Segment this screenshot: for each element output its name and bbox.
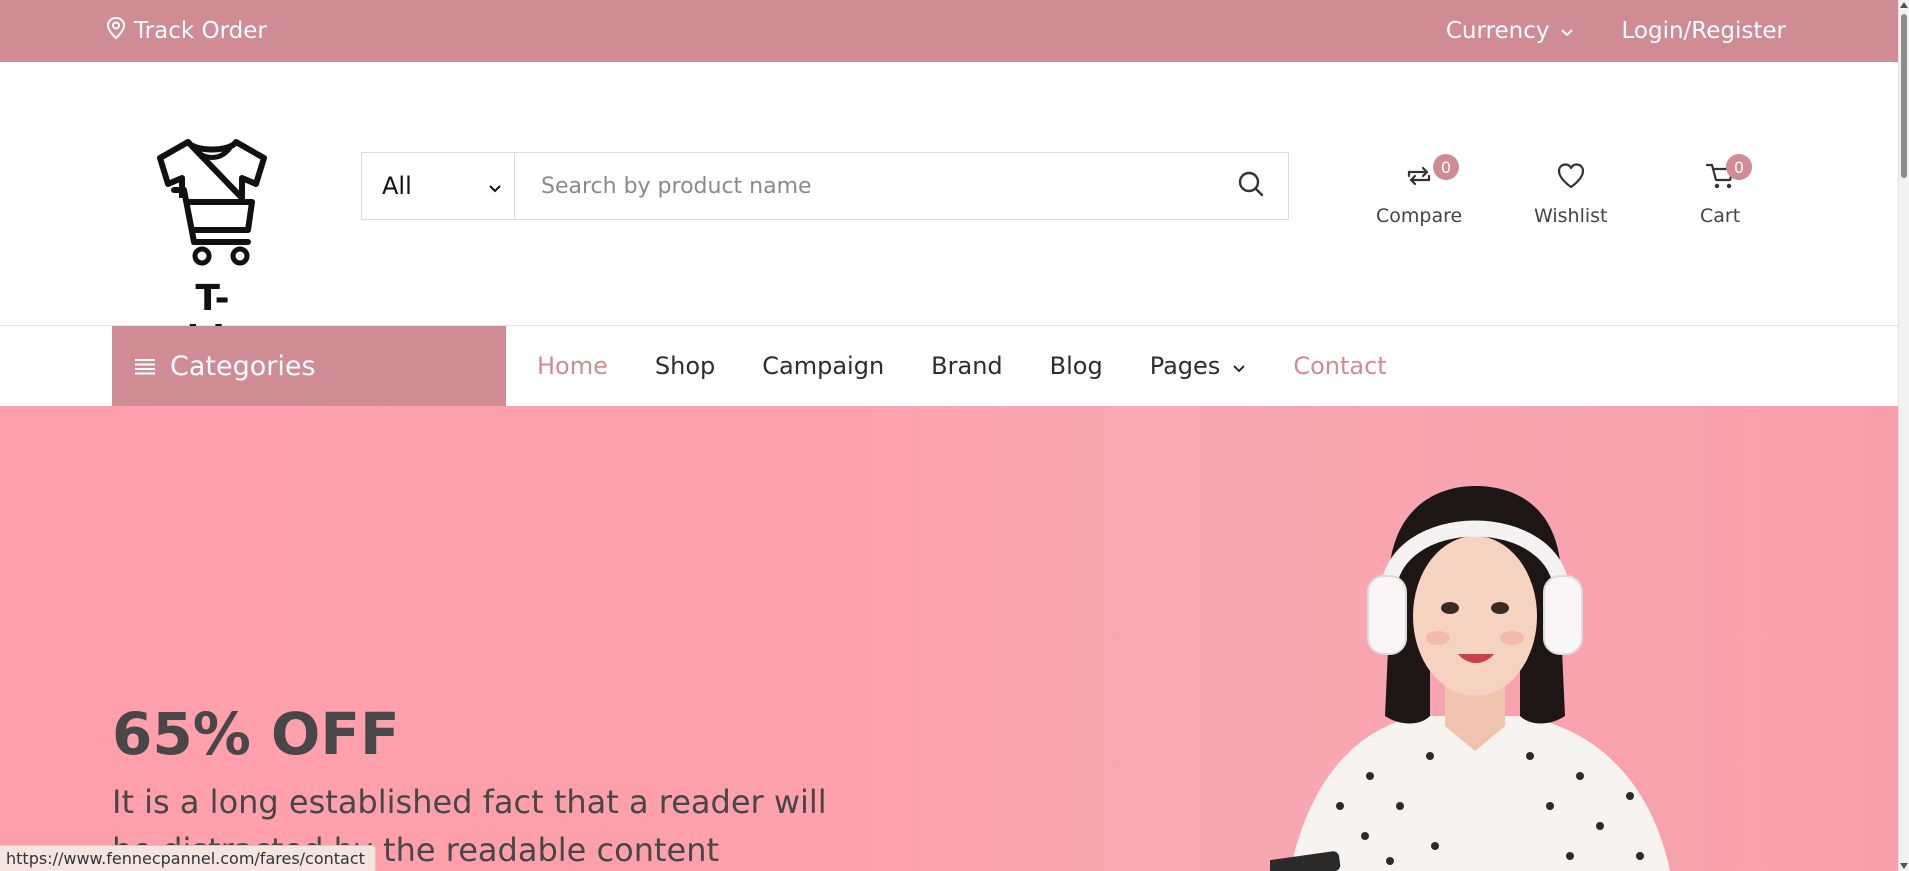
- categories-button[interactable]: Categories: [112, 326, 506, 406]
- site-logo[interactable]: T-shirt: [150, 122, 275, 360]
- nav-item-home[interactable]: Home: [537, 352, 608, 380]
- page-scrollbar[interactable]: [1898, 0, 1909, 871]
- track-order-label: Track Order: [134, 18, 267, 44]
- hero-discount-heading: 65% OFF: [112, 700, 400, 768]
- nav-item-shop[interactable]: Shop: [655, 352, 715, 380]
- hamburger-menu-icon: [134, 351, 156, 382]
- search-icon: [1237, 170, 1265, 202]
- nav-item-pages-label: Pages: [1149, 352, 1221, 380]
- search-input[interactable]: [515, 153, 1214, 219]
- search-bar: All: [361, 152, 1289, 220]
- categories-label: Categories: [170, 350, 316, 382]
- currency-label: Currency: [1445, 18, 1550, 44]
- compare-label: Compare: [1376, 205, 1463, 227]
- compare-arrows-icon: [1403, 160, 1435, 197]
- search-category-value: All: [382, 172, 412, 200]
- chevron-down-icon: [488, 172, 502, 200]
- scroll-up-arrow-icon[interactable]: [1900, 2, 1908, 8]
- search-button[interactable]: [1214, 153, 1288, 219]
- search-category-select[interactable]: All: [362, 153, 515, 219]
- status-url: https://www.fennecpannel.com/fares/conta…: [6, 849, 365, 868]
- cart-button[interactable]: Cart 0: [1700, 154, 1752, 227]
- compare-count-badge: 0: [1433, 154, 1459, 180]
- main-navigation: Categories Home Shop Campaign Brand Blog…: [0, 326, 1898, 406]
- scrollbar-thumb[interactable]: [1901, 14, 1907, 178]
- cart-label: Cart: [1700, 205, 1741, 227]
- nav-item-contact[interactable]: Contact: [1293, 352, 1386, 380]
- compare-button[interactable]: Compare 0: [1376, 154, 1463, 227]
- currency-dropdown[interactable]: Currency: [1446, 18, 1574, 44]
- nav-item-pages[interactable]: Pages: [1150, 352, 1247, 380]
- cart-count-badge: 0: [1726, 154, 1752, 180]
- wishlist-button[interactable]: Wishlist: [1534, 160, 1608, 227]
- chevron-down-icon: [1560, 18, 1574, 44]
- top-bar: Track Order Currency Login/Register: [0, 0, 1898, 62]
- hero-model-image: [1270, 486, 1670, 871]
- browser-status-bar: https://www.fennecpannel.com/fares/conta…: [0, 845, 376, 871]
- nav-item-blog[interactable]: Blog: [1050, 352, 1103, 380]
- wishlist-label: Wishlist: [1534, 205, 1608, 227]
- nav-item-campaign[interactable]: Campaign: [762, 352, 884, 380]
- heart-icon: [1555, 160, 1587, 197]
- site-header: T-shirt All Compare 0 Wishlist: [0, 62, 1898, 360]
- login-register-link[interactable]: Login/Register: [1622, 18, 1787, 44]
- nav-menu: Home Shop Campaign Brand Blog Pages Cont…: [537, 326, 1387, 406]
- track-order-link[interactable]: Track Order: [106, 0, 267, 62]
- nav-item-brand[interactable]: Brand: [931, 352, 1002, 380]
- hero-banner: 65% OFF It is a long established fact th…: [0, 406, 1898, 871]
- location-pin-icon: [106, 16, 126, 46]
- scroll-down-arrow-icon[interactable]: [1900, 863, 1908, 869]
- tshirt-cart-logo-icon: [157, 139, 267, 266]
- chevron-down-icon: [1232, 352, 1246, 380]
